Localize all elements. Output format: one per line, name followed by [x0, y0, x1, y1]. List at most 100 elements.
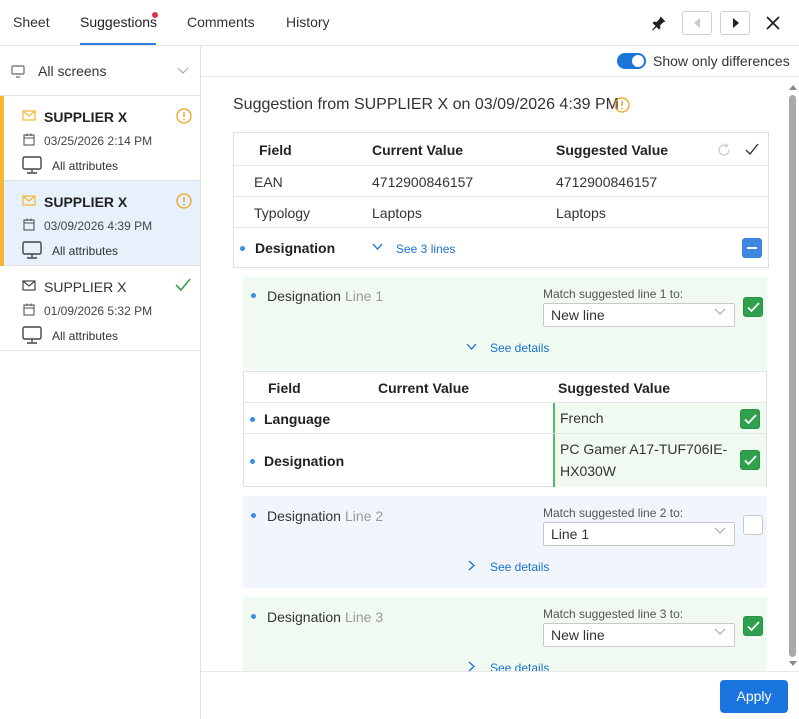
notification-dot: [152, 12, 158, 18]
triangle-right-icon: [733, 18, 739, 28]
row-field: Designation: [264, 453, 345, 469]
close-icon[interactable]: [764, 14, 782, 32]
tab-suggestions[interactable]: Suggestions: [80, 14, 157, 30]
scroll-up-icon[interactable]: [788, 84, 798, 91]
row-suggested-line-2: HX030W: [560, 463, 617, 479]
collapse-checkbox[interactable]: [742, 238, 762, 258]
scrollbar-thumb[interactable]: [789, 95, 796, 657]
see-details-link[interactable]: See details: [490, 560, 549, 574]
header-field: Field: [259, 142, 292, 158]
minus-icon: [747, 247, 757, 249]
calendar-icon: [23, 218, 35, 231]
tab-comments[interactable]: Comments: [187, 14, 255, 30]
bullet: [251, 614, 256, 619]
active-tab-indicator: [80, 43, 156, 45]
card-date: 03/09/2026 4:39 PM: [44, 219, 153, 233]
header-suggested: Suggested Value: [558, 380, 671, 396]
previous-button[interactable]: [682, 11, 712, 35]
chevron-right-icon: [468, 661, 475, 671]
table-row: Language French: [244, 403, 766, 434]
accept-checkbox[interactable]: [740, 450, 760, 470]
card-attributes: All attributes: [52, 244, 119, 258]
line-number: Line 3: [345, 609, 384, 625]
accept-checkbox[interactable]: [743, 515, 763, 535]
envelope-icon: [22, 110, 36, 121]
see-lines-link[interactable]: See 3 lines: [396, 242, 455, 256]
select-value: New line: [551, 627, 605, 643]
row-field: EAN: [254, 174, 283, 190]
table-header: Field Current Value Suggested Value: [234, 133, 768, 166]
warning-icon: [176, 108, 192, 124]
monitor-icon: [22, 156, 42, 174]
select-value: New line: [551, 307, 605, 323]
calendar-icon: [23, 133, 35, 146]
bullet: [240, 246, 245, 251]
table-row: EAN 4712900846157 4712900846157: [234, 166, 768, 197]
card-attributes: All attributes: [52, 329, 119, 343]
card-date: 01/09/2026 5:32 PM: [44, 304, 153, 318]
pin-icon[interactable]: [650, 14, 668, 32]
check-icon: [744, 414, 757, 425]
refresh-icon[interactable]: [717, 143, 731, 157]
line-panel-3: Designation Line 3 Match suggested line …: [243, 597, 767, 671]
tab-history[interactable]: History: [286, 14, 330, 30]
content-scrollbar[interactable]: [787, 82, 799, 672]
screens-selector[interactable]: All screens: [0, 46, 200, 96]
line-number: Line 1: [345, 288, 384, 304]
row-current: Laptops: [372, 205, 422, 221]
header-current: Current Value: [378, 380, 470, 396]
tab-sheet[interactable]: Sheet: [13, 14, 50, 30]
select-value: Line 1: [551, 526, 590, 542]
chevron-down-icon: [372, 243, 383, 250]
show-differences-toggle[interactable]: [617, 53, 646, 69]
card-attributes: All attributes: [52, 159, 119, 173]
triangle-left-icon: [694, 18, 700, 28]
calendar-icon: [23, 303, 35, 316]
suggestions-sidebar: All screens SUPPLIER X 03/25/2026 2:14 P…: [0, 46, 201, 719]
chevron-down-icon: [714, 308, 726, 315]
suggestion-card-2[interactable]: SUPPLIER X 03/09/2026 4:39 PM All attrib…: [0, 181, 200, 266]
table-row-group: Designation See 3 lines: [234, 228, 768, 268]
next-button[interactable]: [720, 11, 750, 35]
match-select[interactable]: Line 1: [543, 522, 735, 546]
check-all-icon[interactable]: [745, 143, 759, 156]
line-field: Designation: [267, 508, 341, 524]
footer-bar: Apply: [201, 671, 799, 719]
suggestion-card-1[interactable]: SUPPLIER X 03/25/2026 2:14 PM All attrib…: [0, 96, 200, 181]
see-details-link[interactable]: See details: [490, 661, 549, 671]
suggestion-card-3[interactable]: SUPPLIER X 01/09/2026 5:32 PM All attrib…: [0, 266, 200, 351]
see-details-link[interactable]: See details: [490, 341, 549, 355]
header-current: Current Value: [372, 142, 464, 158]
toggle-label: Show only differences: [653, 53, 790, 69]
accept-checkbox[interactable]: [743, 297, 763, 317]
row-suggested: French: [560, 410, 604, 426]
row-current: 4712900846157: [372, 174, 474, 190]
accept-checkbox[interactable]: [743, 616, 763, 636]
row-suggested: Laptops: [556, 205, 606, 221]
warning-icon: [176, 193, 192, 209]
card-title: SUPPLIER X: [44, 279, 127, 295]
card-title: SUPPLIER X: [44, 109, 128, 125]
envelope-icon: [22, 195, 36, 206]
row-suggested: 4712900846157: [556, 174, 658, 190]
bullet: [251, 293, 256, 298]
monitor-icon: [11, 65, 25, 78]
match-select[interactable]: New line: [543, 623, 735, 647]
apply-button[interactable]: Apply: [720, 680, 788, 713]
check-icon: [744, 455, 757, 466]
match-select[interactable]: New line: [543, 303, 735, 327]
line-field: Designation: [267, 288, 341, 304]
suggestion-detail: Suggestion from SUPPLIER X on 03/09/2026…: [213, 77, 785, 671]
check-icon: [747, 302, 760, 313]
warning-bar: [0, 96, 4, 181]
checkmark-icon: [175, 278, 191, 292]
chevron-down-icon: [466, 343, 477, 350]
screens-label: All screens: [38, 63, 107, 79]
table-row: Typology Laptops Laptops: [234, 197, 768, 228]
accept-checkbox[interactable]: [740, 409, 760, 429]
line-number: Line 2: [345, 508, 384, 524]
bullet: [250, 417, 255, 422]
scroll-down-icon[interactable]: [788, 660, 798, 667]
tab-bar: Sheet Suggestions Comments History: [0, 0, 799, 46]
match-label: Match suggested line 3 to:: [543, 607, 684, 621]
